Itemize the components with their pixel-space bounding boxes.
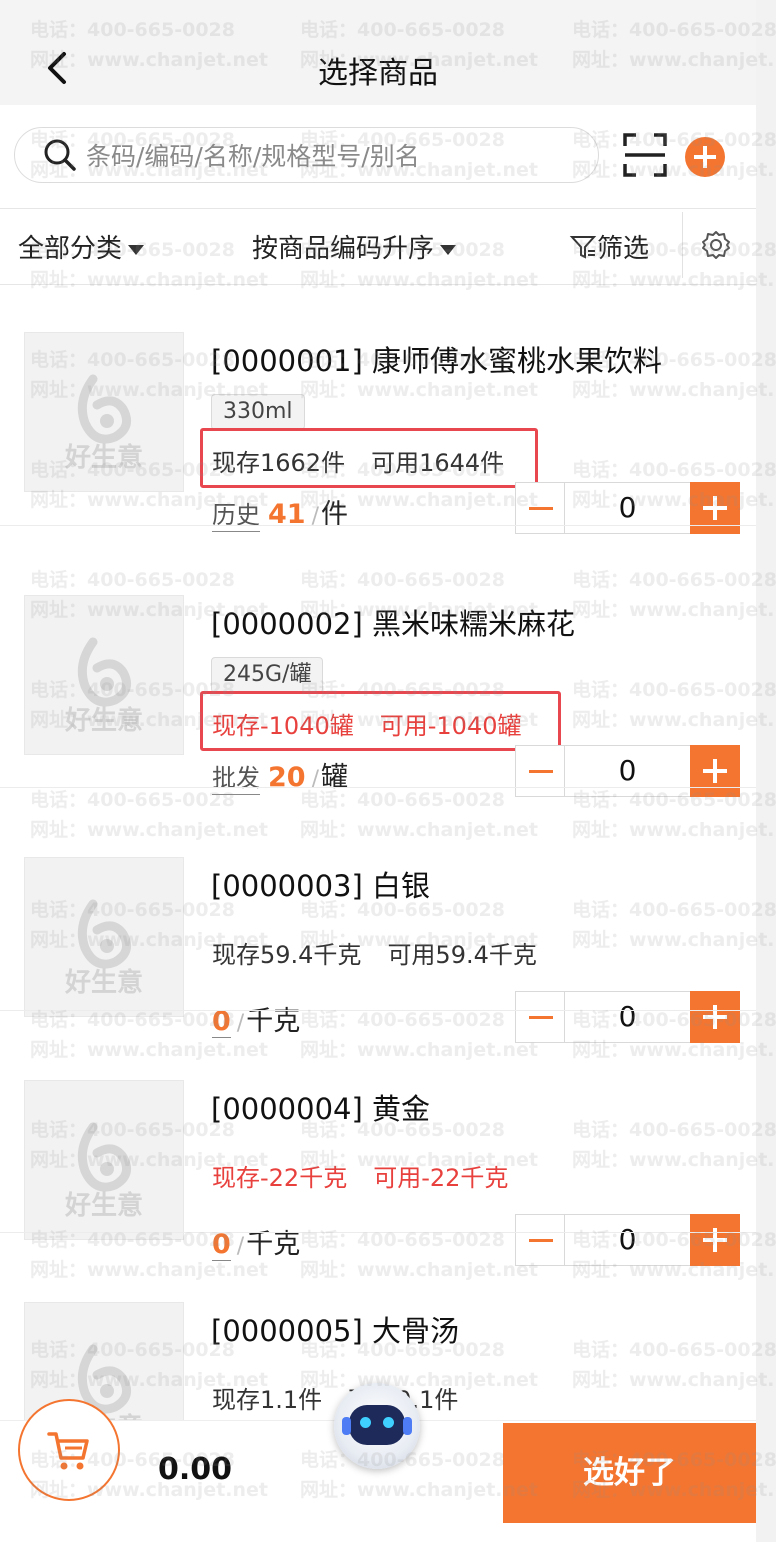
- scan-icon[interactable]: [622, 132, 668, 178]
- stock-on-hand: 现存1662件: [212, 449, 346, 477]
- stock-info: 现存-1040罐 可用-1040罐: [212, 706, 522, 741]
- cart-icon: [47, 1432, 89, 1470]
- product-name: [0000004] 黄金: [211, 1092, 431, 1126]
- product-thumbnail: 好生意: [24, 1080, 184, 1240]
- caret-down-icon: [440, 244, 457, 255]
- stock-available: 可用-22千克: [373, 1164, 509, 1192]
- page-title: 选择商品: [318, 56, 438, 91]
- stock-available: 可用1644件: [371, 449, 505, 477]
- spec-badge: 330ml: [211, 394, 305, 430]
- filter-label: 筛选: [597, 234, 650, 264]
- search-input[interactable]: [84, 130, 588, 182]
- settings-icon[interactable]: [701, 230, 731, 260]
- filter-icon: [569, 236, 597, 259]
- product-name: [0000003] 白银: [211, 869, 431, 903]
- product-name: [0000002] 黑米味糯米麻花: [211, 607, 576, 641]
- category-dropdown[interactable]: 全部分类: [18, 228, 145, 265]
- add-icon[interactable]: [685, 137, 725, 177]
- watermark-text: 电话：400-665-0028网址：www.chanjet.net: [572, 129, 776, 181]
- caret-down-icon: [128, 244, 145, 255]
- search-icon: [44, 139, 76, 171]
- sort-dropdown[interactable]: 按商品编码升序: [252, 228, 457, 265]
- product-name: [0000001] 康师傅水蜜桃水果饮料: [211, 344, 663, 378]
- thumbnail-logo-text: 好生意: [64, 968, 143, 998]
- stock-available: 可用59.4千克: [387, 941, 537, 969]
- product-thumbnail: 好生意: [24, 332, 184, 492]
- thumbnail-logo-text: 好生意: [64, 1191, 143, 1221]
- total-amount: 0.00: [158, 1452, 233, 1487]
- right-edge-strip: [756, 0, 776, 1542]
- stock-info: 现存-22千克 可用-22千克: [212, 1158, 508, 1193]
- spec-badge: 245G/罐: [211, 657, 324, 693]
- cart-button[interactable]: [18, 1399, 120, 1501]
- filter-button[interactable]: 筛选: [569, 228, 649, 265]
- stock-on-hand: 现存59.4千克: [212, 941, 362, 969]
- sort-label: 按商品编码升序: [252, 234, 435, 264]
- thumbnail-logo-text: 好生意: [64, 706, 143, 736]
- stock-available: 可用-1040罐: [379, 712, 522, 740]
- thumbnail-logo-text: 好生意: [64, 443, 143, 473]
- assistant-robot-icon[interactable]: [334, 1383, 420, 1469]
- stock-info: 现存1662件 可用1644件: [212, 443, 504, 478]
- stock-info: 现存59.4千克 可用59.4千克: [212, 935, 537, 970]
- stock-on-hand: 现存-22千克: [212, 1164, 348, 1192]
- stock-info: 现存1.1件可用0.1件: [212, 1380, 458, 1415]
- product-name: [0000005] 大骨汤: [211, 1314, 460, 1348]
- stock-on-hand: 现存-1040罐: [212, 712, 354, 740]
- confirm-button[interactable]: 选好了: [503, 1423, 756, 1523]
- category-label: 全部分类: [18, 234, 123, 264]
- product-thumbnail: 好生意: [24, 857, 184, 1017]
- stock-on-hand: 现存1.1件: [212, 1386, 323, 1414]
- product-thumbnail: 好生意: [24, 595, 184, 755]
